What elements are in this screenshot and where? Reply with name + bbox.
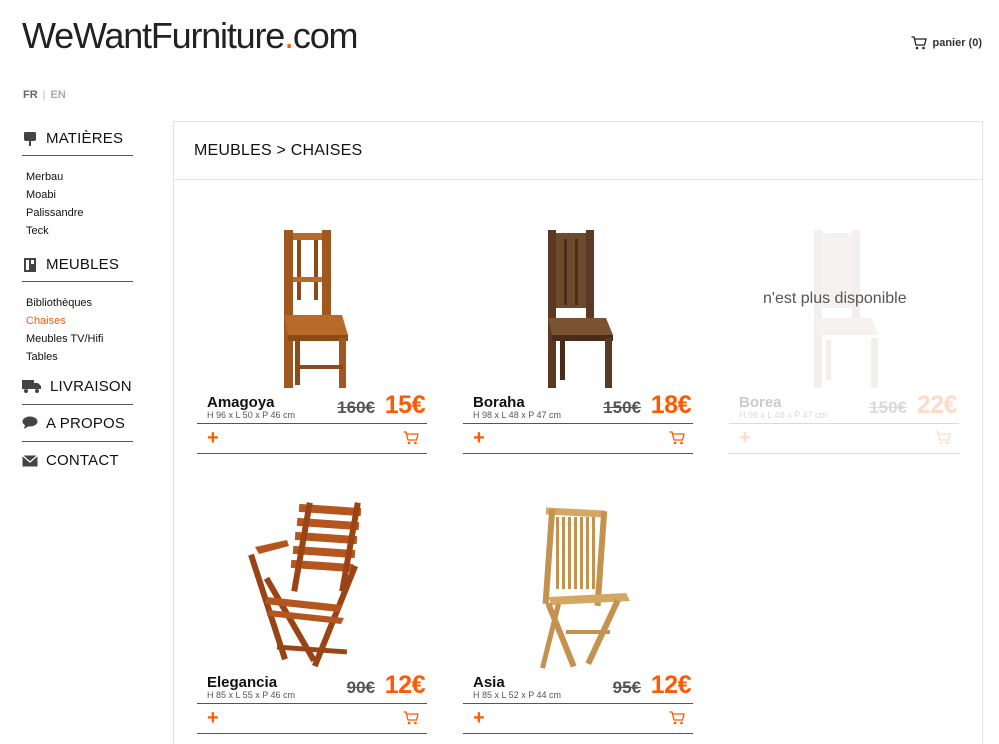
chair-image-asia <box>540 507 630 669</box>
current-price: 12€ <box>650 671 692 699</box>
old-price: 90€ <box>346 678 375 697</box>
more-info-button[interactable]: + <box>207 707 219 729</box>
product-info: Asia H 85 x L 52 x P 44 cm 95€ 12€ <box>463 671 693 704</box>
sidebar-item-merbau[interactable]: Merbau <box>26 168 133 186</box>
sidebar-label-delivery: LIVRAISON <box>50 377 132 395</box>
old-price: 95€ <box>612 678 641 697</box>
more-info-button[interactable]: + <box>473 427 485 449</box>
sidebar-item-palissandre[interactable]: Palissandre <box>26 204 133 222</box>
lang-en[interactable]: EN <box>51 89 66 101</box>
old-price: 150€ <box>603 398 641 417</box>
truck-icon <box>22 378 42 394</box>
product-card-amagoya[interactable]: Amagoya H 96 x L 50 x P 46 cm 160€ 15€ + <box>197 220 427 454</box>
add-to-cart-button[interactable] <box>403 711 419 730</box>
logo-text: WeWantFurniture <box>22 15 285 56</box>
sidebar-item-meubles-tv[interactable]: Meubles TV/Hifi <box>26 330 133 348</box>
site-logo[interactable]: WeWantFurniture.com <box>22 14 359 58</box>
product-info: Borea H 98 x L 48 x P 47 cm 150€ 22€ <box>729 391 959 424</box>
cart-icon <box>403 431 419 445</box>
old-price: 160€ <box>337 398 375 417</box>
chair-image-boraha <box>548 230 613 388</box>
product-info: Boraha H 98 x L 48 x P 47 cm 150€ 18€ <box>463 391 693 424</box>
sidebar-label-about: A PROPOS <box>46 414 126 432</box>
cart-icon <box>403 711 419 725</box>
product-actions: + <box>729 424 959 454</box>
product-dimensions: H 85 x L 55 x P 46 cm <box>207 690 296 700</box>
product-name[interactable]: Asia <box>473 674 505 691</box>
unavailable-label: n'est plus disponible <box>763 290 907 307</box>
product-dimensions: H 98 x L 48 x P 47 cm <box>473 410 562 420</box>
lang-separator: | <box>42 89 46 101</box>
breadcrumb: MEUBLES > CHAISES <box>174 122 982 180</box>
product-image[interactable] <box>197 500 427 670</box>
tree-icon <box>22 131 38 147</box>
add-to-cart-button[interactable] <box>935 431 951 450</box>
sidebar-section-materials[interactable]: MATIÈRES <box>22 122 133 156</box>
product-dimensions: H 96 x L 50 x P 46 cm <box>207 410 296 420</box>
product-image[interactable] <box>463 500 693 670</box>
more-info-button[interactable]: + <box>739 427 751 449</box>
cart-icon <box>911 36 928 50</box>
current-price: 22€ <box>916 391 958 419</box>
product-card-boraha[interactable]: Boraha H 98 x L 48 x P 47 cm 150€ 18€ + <box>463 220 693 454</box>
cabinet-icon <box>22 257 38 273</box>
cart-icon <box>935 431 951 445</box>
sidebar-title-materials: MATIÈRES <box>46 130 124 147</box>
language-switcher: FR | EN <box>23 89 66 101</box>
more-info-button[interactable]: + <box>473 707 485 729</box>
sidebar-item-moabi[interactable]: Moabi <box>26 186 133 204</box>
sidebar-item-chaises[interactable]: Chaises <box>26 312 133 330</box>
product-card-asia[interactable]: Asia H 85 x L 52 x P 44 cm 95€ 12€ + <box>463 500 693 734</box>
logo-tld: com <box>292 15 359 56</box>
cart-icon <box>669 711 685 725</box>
cart-label: panier (0) <box>932 37 982 49</box>
product-actions: + <box>463 424 693 454</box>
product-name[interactable]: Amagoya <box>207 394 275 411</box>
materials-list: Merbau Moabi Palissandre Teck <box>22 156 133 248</box>
sidebar-link-delivery[interactable]: LIVRAISON <box>22 368 133 405</box>
product-name[interactable]: Boraha <box>473 394 525 411</box>
product-name[interactable]: Elegancia <box>207 674 277 691</box>
sidebar-title-furniture: MEUBLES <box>46 256 120 273</box>
sidebar-section-furniture[interactable]: MEUBLES <box>22 248 133 282</box>
cart-icon <box>669 431 685 445</box>
product-info: Elegancia H 85 x L 55 x P 46 cm 90€ 12€ <box>197 671 427 704</box>
add-to-cart-button[interactable] <box>669 431 685 450</box>
current-price: 18€ <box>650 391 692 419</box>
product-dimensions: H 98 x L 48 x P 47 cm <box>739 410 828 420</box>
lang-fr[interactable]: FR <box>23 89 38 101</box>
product-name[interactable]: Borea <box>739 394 782 411</box>
sidebar-item-tables[interactable]: Tables <box>26 348 133 366</box>
sidebar-item-bibliotheques[interactable]: Bibliothèques <box>26 294 133 312</box>
product-image[interactable] <box>197 220 427 390</box>
speech-bubble-icon <box>22 415 38 431</box>
current-price: 15€ <box>384 391 426 419</box>
header-cart-link[interactable]: panier (0) <box>911 36 982 50</box>
more-info-button[interactable]: + <box>207 427 219 449</box>
sidebar-link-about[interactable]: A PROPOS <box>22 405 133 442</box>
logo-dot: . <box>284 15 294 56</box>
main-content: MEUBLES > CHAISES Amagoya H 96 x L 50 x … <box>173 121 983 744</box>
product-dimensions: H 85 x L 52 x P 44 cm <box>473 690 562 700</box>
chair-image-amagoya <box>284 230 348 388</box>
product-actions: + <box>197 424 427 454</box>
furniture-list: Bibliothèques Chaises Meubles TV/Hifi Ta… <box>22 282 133 374</box>
envelope-icon <box>22 453 38 469</box>
sidebar-label-contact: CONTACT <box>46 452 119 469</box>
add-to-cart-button[interactable] <box>669 711 685 730</box>
product-card-borea[interactable]: Borea H 98 x L 48 x P 47 cm 150€ 22€ + <box>729 220 959 454</box>
product-image[interactable] <box>463 220 693 390</box>
product-actions: + <box>197 704 427 734</box>
product-info: Amagoya H 96 x L 50 x P 46 cm 160€ 15€ <box>197 391 427 424</box>
product-actions: + <box>463 704 693 734</box>
chair-image-elegancia <box>248 502 362 668</box>
old-price: 150€ <box>869 398 907 417</box>
product-card-elegancia[interactable]: Elegancia H 85 x L 55 x P 46 cm 90€ 12€ … <box>197 500 427 734</box>
add-to-cart-button[interactable] <box>403 431 419 450</box>
sidebar-link-contact[interactable]: CONTACT <box>22 442 133 479</box>
sidebar-item-teck[interactable]: Teck <box>26 222 133 240</box>
current-price: 12€ <box>384 671 426 699</box>
sidebar: MATIÈRES Merbau Moabi Palissandre Teck M… <box>22 122 133 479</box>
